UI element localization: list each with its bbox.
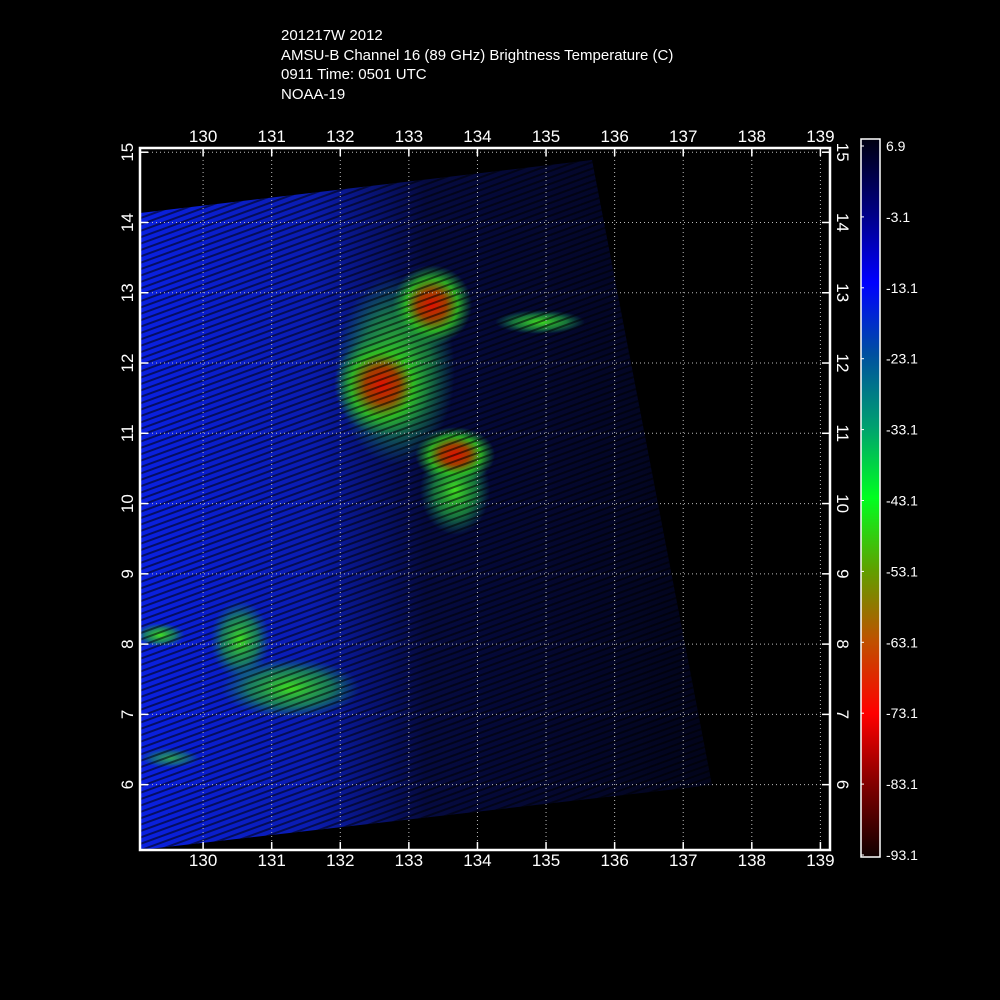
lon-tick-label: 138 xyxy=(738,851,766,870)
lat-tick-label-right: 13 xyxy=(833,283,852,302)
lat-tick-label-left: 11 xyxy=(118,424,137,442)
colorbar-label: -3.1 xyxy=(886,209,910,225)
lon-tick-label: 133 xyxy=(395,851,423,870)
colorbar-label: -63.1 xyxy=(886,634,918,650)
colorbar-label: 6.9 xyxy=(886,138,906,154)
lat-tick-label-left: 12 xyxy=(118,354,137,373)
lon-tick-label: 134 xyxy=(463,127,491,146)
lon-tick-label: 139 xyxy=(806,851,834,870)
lat-tick-label-right: 15 xyxy=(833,143,852,162)
colorbar-label: -73.1 xyxy=(886,705,918,721)
colorbar-label: -43.1 xyxy=(886,493,918,509)
lon-tick-label: 131 xyxy=(258,127,286,146)
lat-tick-label-right: 9 xyxy=(833,569,852,578)
lat-tick-label-left: 10 xyxy=(118,494,137,513)
lon-tick-label: 135 xyxy=(532,127,560,146)
brightness-temperature-map: 1301301311311321321331331341341351351361… xyxy=(118,127,918,870)
lat-tick-label-left: 8 xyxy=(118,639,137,648)
colorbar xyxy=(860,138,881,858)
lat-tick-label-right: 6 xyxy=(833,780,852,789)
colorbar-label: -53.1 xyxy=(886,563,918,579)
lat-tick-label-right: 8 xyxy=(833,639,852,648)
lat-tick-label-right: 14 xyxy=(833,213,852,232)
lat-tick-label-left: 6 xyxy=(118,780,137,789)
lon-tick-label: 137 xyxy=(669,851,697,870)
lat-tick-label-left: 14 xyxy=(118,213,137,232)
lat-tick-label-left: 9 xyxy=(118,569,137,578)
colorbar-label: -93.1 xyxy=(886,847,918,863)
satellite-swath xyxy=(140,160,712,850)
lat-tick-label-left: 13 xyxy=(118,283,137,302)
lat-tick-label-right: 10 xyxy=(833,494,852,513)
colorbar-label: -33.1 xyxy=(886,422,918,438)
lat-tick-label-right: 7 xyxy=(833,710,852,719)
lat-tick-label-left: 7 xyxy=(118,710,137,719)
lon-tick-label: 137 xyxy=(669,127,697,146)
lon-tick-label: 130 xyxy=(189,851,217,870)
lon-tick-label: 138 xyxy=(738,127,766,146)
colorbar-label: -83.1 xyxy=(886,776,918,792)
colorbar-label: -23.1 xyxy=(886,351,918,367)
colorbar-label: -13.1 xyxy=(886,280,918,296)
lon-tick-label: 131 xyxy=(258,851,286,870)
lon-tick-label: 132 xyxy=(326,127,354,146)
lon-tick-label: 133 xyxy=(395,127,423,146)
lat-tick-label-right: 12 xyxy=(833,354,852,373)
lon-tick-label: 136 xyxy=(600,851,628,870)
lon-tick-label: 136 xyxy=(600,127,628,146)
lat-tick-label-left: 15 xyxy=(118,143,137,162)
lon-tick-label: 135 xyxy=(532,851,560,870)
lat-tick-label-right: 11 xyxy=(833,424,852,442)
lon-tick-label: 132 xyxy=(326,851,354,870)
lon-tick-label: 134 xyxy=(463,851,491,870)
lon-tick-label: 130 xyxy=(189,127,217,146)
lon-tick-label: 139 xyxy=(806,127,834,146)
